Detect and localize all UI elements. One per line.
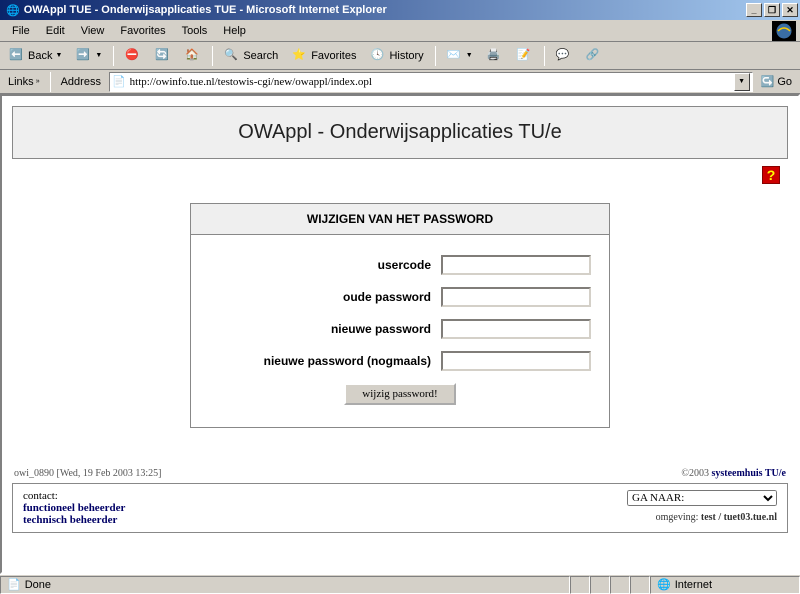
oldpw-input[interactable]: [441, 287, 591, 307]
mail-button[interactable]: ✉️▼: [442, 45, 478, 67]
newpw2-input[interactable]: [441, 351, 591, 371]
discuss-button[interactable]: 💬: [551, 45, 577, 67]
go-label: Go: [777, 76, 792, 88]
footer-left: owi_0890 [Wed, 19 Feb 2003 13:25]: [14, 468, 162, 479]
submit-button[interactable]: wijzig password!: [344, 383, 455, 405]
status-empty4: [630, 576, 650, 594]
history-label: History: [389, 50, 423, 62]
menu-tools[interactable]: Tools: [174, 23, 216, 39]
menu-help[interactable]: Help: [215, 23, 254, 39]
menu-favorites[interactable]: Favorites: [112, 23, 173, 39]
window-title: OWAppl TUE - Onderwijsapplicaties TUE - …: [24, 4, 387, 16]
menu-file[interactable]: File: [4, 23, 38, 39]
page-title: OWAppl - Onderwijsapplicaties TU/e: [13, 121, 787, 144]
edit-button[interactable]: 📝: [512, 45, 538, 67]
forward-button[interactable]: ➡️▼: [71, 45, 107, 67]
search-icon: 🔍: [224, 48, 240, 64]
url-dropdown[interactable]: ▼: [734, 73, 750, 91]
close-button[interactable]: ✕: [782, 3, 798, 17]
oldpw-label: oude password: [209, 290, 441, 304]
addressbar: Links » Address 📄 ▼ ↪️Go: [0, 70, 800, 94]
favorites-button[interactable]: ⭐Favorites: [287, 45, 361, 67]
page-footer: owi_0890 [Wed, 19 Feb 2003 13:25] ©2003 …: [12, 468, 788, 479]
links-button[interactable]: Links »: [4, 76, 44, 88]
status-zone: Internet: [675, 579, 712, 591]
form-title: WIJZIGEN VAN HET PASSWORD: [191, 204, 609, 235]
newpw2-label: nieuwe password (nogmaals): [209, 354, 441, 368]
refresh-icon: 🔄: [155, 48, 171, 64]
ie-logo-icon: [772, 21, 796, 41]
usercode-input[interactable]: [441, 255, 591, 275]
footer-right: ©2003 systeemhuis TU/e: [681, 468, 786, 479]
discuss-icon: 💬: [556, 48, 572, 64]
search-button[interactable]: 🔍Search: [219, 45, 283, 67]
stop-button[interactable]: ⛔: [120, 45, 146, 67]
refresh-button[interactable]: 🔄: [150, 45, 176, 67]
dropdown-icon: ▼: [55, 52, 62, 59]
go-icon: ↪️: [761, 75, 775, 88]
status-empty3: [610, 576, 630, 594]
minimize-button[interactable]: _: [746, 3, 762, 17]
technisch-link[interactable]: technisch beheerder: [23, 514, 627, 526]
toolbar: ⬅️ Back ▼ ➡️▼ ⛔ 🔄 🏠 🔍Search ⭐Favorites 🕓…: [0, 42, 800, 70]
forward-icon: ➡️: [76, 48, 92, 64]
back-button[interactable]: ⬅️ Back ▼: [4, 45, 67, 67]
status-empty2: [590, 576, 610, 594]
back-label: Back: [28, 50, 52, 62]
done-icon: 📄: [7, 578, 21, 591]
omgeving-text: omgeving: test / tuet03.tue.nl: [656, 512, 777, 523]
page-icon: 📄: [112, 75, 126, 88]
back-icon: ⬅️: [9, 48, 25, 64]
page-header: OWAppl - Onderwijsapplicaties TU/e: [12, 106, 788, 159]
home-button[interactable]: 🏠: [180, 45, 206, 67]
home-icon: 🏠: [185, 48, 201, 64]
password-form: WIJZIGEN VAN HET PASSWORD usercode oude …: [190, 203, 610, 428]
links-label: Links: [8, 76, 34, 88]
status-zone-cell: 🌐 Internet: [650, 576, 800, 594]
functioneel-link[interactable]: functioneel beheerder: [23, 502, 627, 514]
maximize-button[interactable]: ❐: [764, 3, 780, 17]
newpw-input[interactable]: [441, 319, 591, 339]
menu-edit[interactable]: Edit: [38, 23, 73, 39]
stop-icon: ⛔: [125, 48, 141, 64]
app-icon: 🌐: [6, 4, 20, 17]
extra-button[interactable]: 🔗: [581, 45, 607, 67]
mail-icon: ✉️: [447, 48, 463, 64]
extra-icon: 🔗: [586, 48, 602, 64]
print-button[interactable]: 🖨️: [482, 45, 508, 67]
page-content: OWAppl - Onderwijsapplicaties TU/e ? WIJ…: [0, 94, 800, 574]
edit-icon: 📝: [517, 48, 533, 64]
internet-icon: 🌐: [657, 578, 671, 591]
status-done-cell: 📄 Done: [0, 576, 570, 594]
newpw-label: nieuwe password: [209, 322, 441, 336]
contact-label: contact:: [23, 490, 58, 502]
url-input[interactable]: [130, 76, 730, 88]
favorites-label: Favorites: [311, 50, 356, 62]
statusbar: 📄 Done 🌐 Internet: [0, 574, 800, 594]
search-label: Search: [243, 50, 278, 62]
url-field-wrap: 📄 ▼: [109, 72, 753, 92]
contact-box: contact: functioneel beheerder technisch…: [12, 483, 788, 533]
help-button[interactable]: ?: [762, 166, 780, 184]
favorites-icon: ⭐: [292, 48, 308, 64]
status-done: Done: [25, 579, 51, 591]
print-icon: 🖨️: [487, 48, 503, 64]
menubar: File Edit View Favorites Tools Help: [0, 20, 800, 42]
menu-view[interactable]: View: [73, 23, 113, 39]
usercode-label: usercode: [209, 258, 441, 272]
go-button[interactable]: ↪️Go: [757, 75, 796, 88]
status-empty1: [570, 576, 590, 594]
systeemhuis-link[interactable]: systeemhuis TU/e: [711, 468, 786, 479]
history-button[interactable]: 🕓History: [365, 45, 428, 67]
ganaar-select[interactable]: GA NAAR:: [627, 490, 777, 506]
history-icon: 🕓: [370, 48, 386, 64]
titlebar: 🌐 OWAppl TUE - Onderwijsapplicaties TUE …: [0, 0, 800, 20]
address-label: Address: [57, 76, 105, 88]
